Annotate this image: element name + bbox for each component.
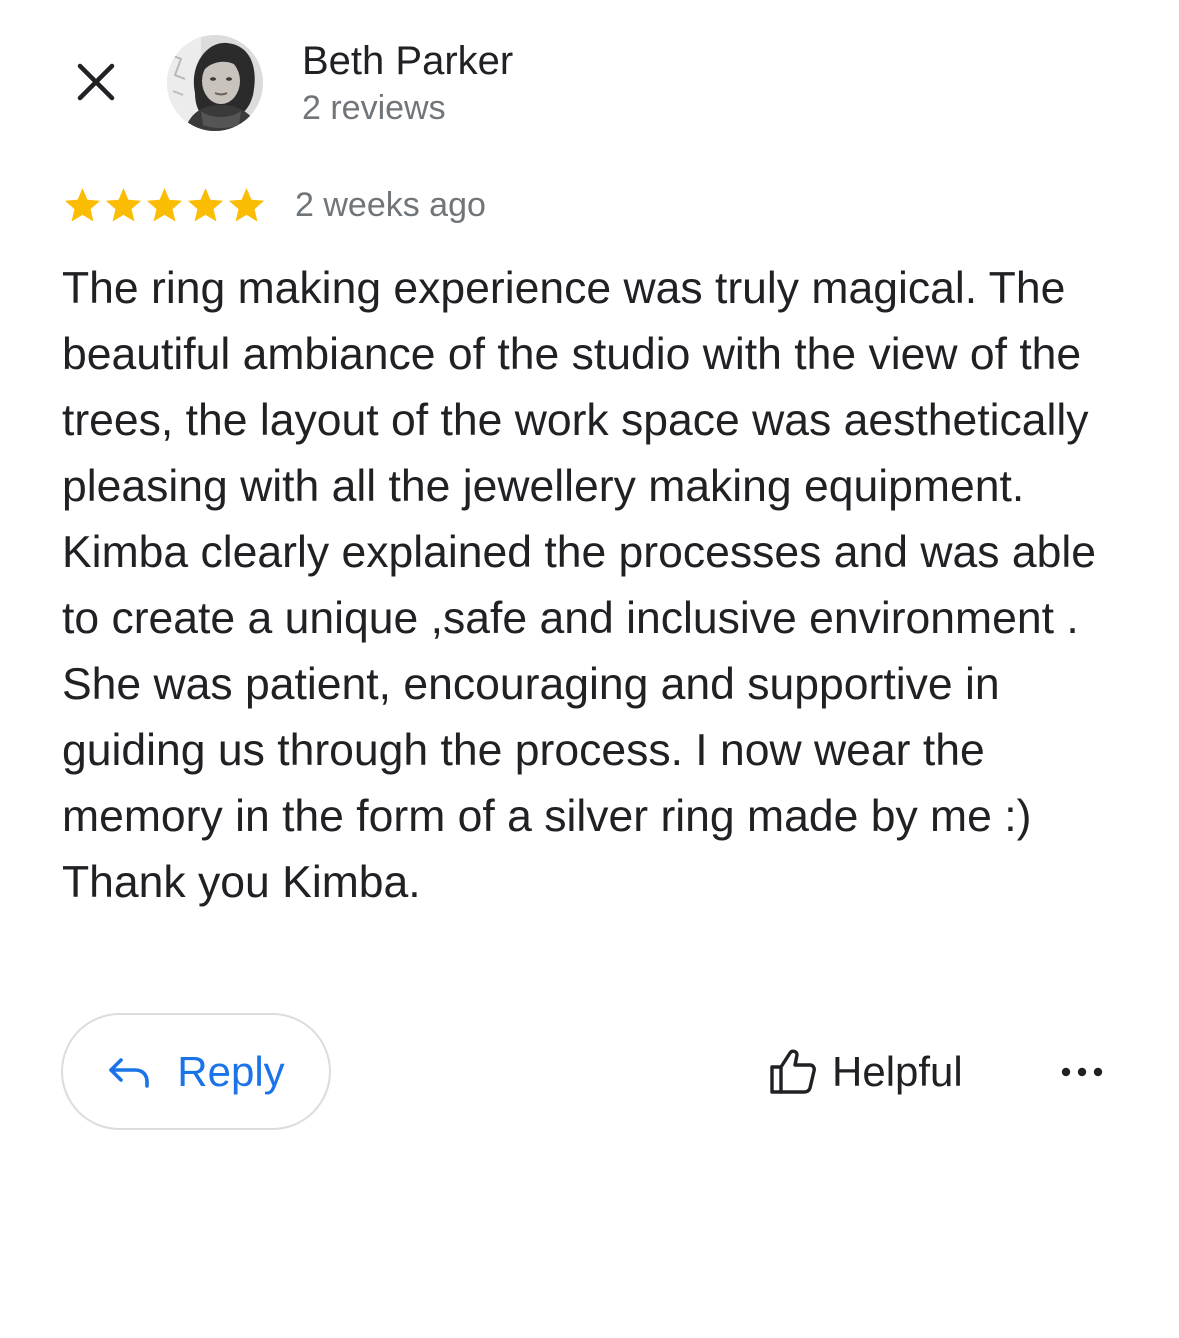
rating-row: 2 weeks ago bbox=[62, 182, 486, 228]
profile-photo bbox=[167, 35, 263, 131]
star-icon bbox=[146, 187, 183, 222]
reply-arrow-icon bbox=[109, 1057, 150, 1088]
helpful-label: Helpful bbox=[832, 1048, 963, 1095]
close-icon bbox=[77, 63, 115, 101]
review-text: The ring making experience was truly mag… bbox=[62, 264, 1096, 907]
thumbs-up-icon bbox=[770, 1049, 816, 1094]
review-card: Beth Parker 2 reviews 2 weeks ago The ri… bbox=[0, 0, 1179, 1338]
more-options-button[interactable] bbox=[1056, 1050, 1108, 1094]
star-icon bbox=[187, 187, 224, 222]
avatar[interactable] bbox=[167, 35, 263, 131]
author-name[interactable]: Beth Parker bbox=[302, 38, 513, 84]
star-icon bbox=[105, 187, 142, 222]
reply-label: Reply bbox=[177, 1047, 285, 1095]
review-date: 2 weeks ago bbox=[295, 186, 486, 224]
helpful-button[interactable]: Helpful bbox=[768, 1040, 963, 1104]
star-icon bbox=[228, 187, 265, 222]
author-review-count: 2 reviews bbox=[302, 89, 446, 127]
reply-button[interactable]: Reply bbox=[61, 1013, 331, 1130]
more-horizontal-icon bbox=[1061, 1067, 1103, 1077]
star-icon bbox=[64, 187, 101, 222]
star-rating bbox=[62, 185, 267, 226]
close-button[interactable] bbox=[66, 52, 126, 112]
